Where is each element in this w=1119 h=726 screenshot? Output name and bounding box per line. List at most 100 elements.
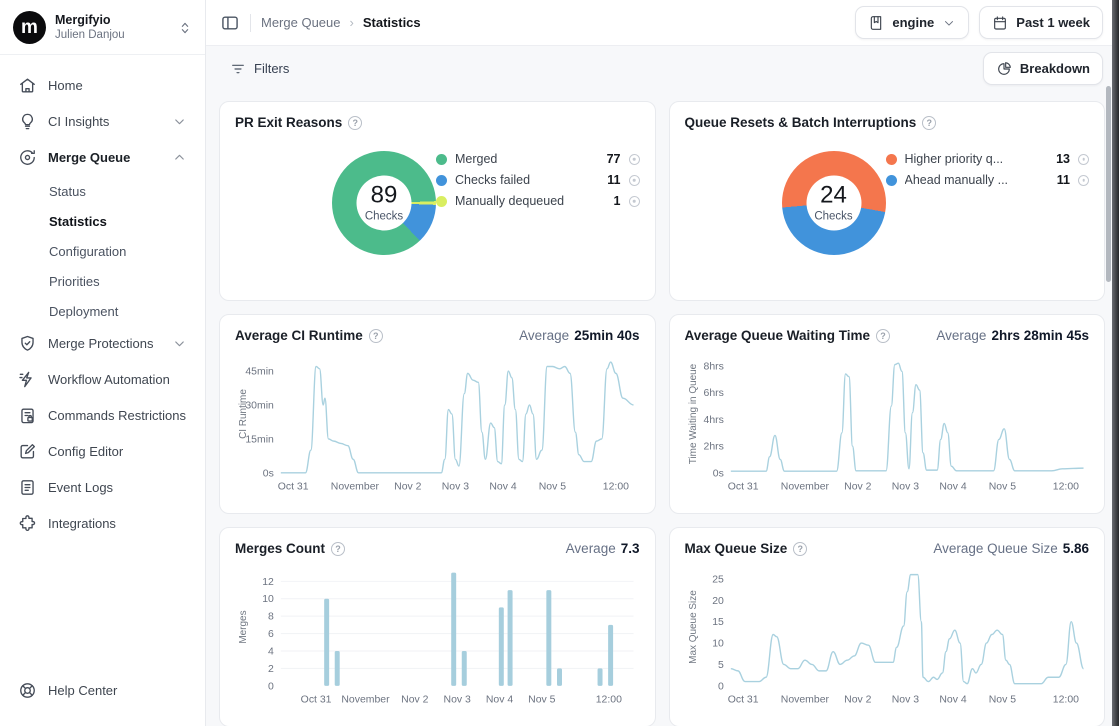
- y-tick-label: 30min: [245, 400, 274, 411]
- sidebar-item-label: Config Editor: [48, 444, 187, 459]
- scrollbar-thumb[interactable]: [1106, 86, 1111, 282]
- sidebar-item-config-editor[interactable]: Config Editor: [10, 435, 195, 468]
- x-tick-label: Nov 2: [394, 482, 421, 493]
- legend-item[interactable]: Manually dequeued 1: [436, 194, 640, 208]
- legend-item[interactable]: Checks failed 11: [436, 173, 640, 187]
- filters-button[interactable]: Filters: [222, 55, 297, 83]
- sidebar-item-commands-restrictions[interactable]: Commands Restrictions: [10, 399, 195, 432]
- repo-selector-button[interactable]: engine: [855, 6, 969, 39]
- org-switcher[interactable]: m Mergifyio Julien Danjou: [0, 0, 205, 55]
- y-tick-label: 2hrs: [703, 442, 723, 453]
- sidebar-item-home[interactable]: Home: [10, 69, 195, 102]
- y-tick-label: 12: [262, 577, 274, 588]
- line-chart-max-queue[interactable]: Max Queue Size2520151050Oct 31NovemberNo…: [685, 560, 1090, 712]
- sidebar-item-merge-queue[interactable]: Merge Queue: [10, 141, 195, 174]
- x-tick-label: Nov 4: [486, 695, 513, 706]
- repo-selector-label: engine: [892, 15, 934, 30]
- sidebar-item-workflow-automation[interactable]: Workflow Automation: [10, 363, 195, 396]
- card-title: Average CI Runtime: [235, 328, 363, 343]
- breakdown-button[interactable]: Breakdown: [983, 52, 1103, 85]
- y-tick-label: 0s: [712, 468, 723, 479]
- sidebar-item-ci-insights[interactable]: CI Insights: [10, 105, 195, 138]
- card-queue-resets: Queue Resets & Batch Interruptions ? 24 …: [669, 101, 1106, 301]
- info-icon[interactable]: [629, 196, 640, 207]
- legend-item[interactable]: Higher priority q... 13: [886, 152, 1090, 166]
- y-tick-label: 15: [712, 617, 724, 628]
- y-tick-label: 25: [712, 574, 724, 585]
- info-icon[interactable]: [1078, 154, 1089, 165]
- sidebar-subitem-configuration[interactable]: Configuration: [10, 237, 195, 265]
- y-tick-label: 45min: [245, 367, 274, 378]
- help-icon[interactable]: ?: [369, 329, 383, 343]
- y-axis-label: Max Queue Size: [687, 590, 698, 664]
- donut-chart-pr-exit[interactable]: 89 Checks: [332, 151, 436, 255]
- x-tick-label: Nov 4: [939, 482, 966, 493]
- y-tick-label: 20: [712, 596, 724, 607]
- breadcrumb-parent[interactable]: Merge Queue: [261, 15, 341, 30]
- y-tick-label: 8hrs: [703, 361, 723, 372]
- sidebar-subitem-deployment[interactable]: Deployment: [10, 297, 195, 325]
- bar: [546, 590, 551, 686]
- card-summary: Average7.3: [566, 541, 640, 556]
- bar-chart-merges-count[interactable]: Merges121086420Oct 31NovemberNov 2Nov 3N…: [235, 560, 640, 712]
- sidebar-subitem-statistics[interactable]: Statistics: [10, 207, 195, 235]
- sidebar-subitem-status[interactable]: Status: [10, 177, 195, 205]
- dashboard-grid: PR Exit Reasons ? 89 Checks: [206, 87, 1119, 726]
- legend-item[interactable]: Ahead manually ... 11: [886, 173, 1090, 187]
- line-chart-ci-runtime[interactable]: CI Runtime45min30min15min0sOct 31Novembe…: [235, 347, 640, 499]
- line-chart-queue-wait[interactable]: Time Waiting in Queue8hrs6hrs4hrs2hrs0sO…: [685, 347, 1090, 499]
- sidebar-subitem-priorities[interactable]: Priorities: [10, 267, 195, 295]
- card-queue-waiting-time: Average Queue Waiting Time ? Average2hrs…: [669, 314, 1106, 514]
- donut-chart-queue-resets[interactable]: 24 Checks: [782, 151, 886, 255]
- card-title: Queue Resets & Batch Interruptions: [685, 115, 917, 130]
- bar: [335, 651, 340, 686]
- legend-color-dot: [886, 175, 897, 186]
- legend-label: Ahead manually ...: [905, 173, 1049, 187]
- help-icon[interactable]: ?: [348, 116, 362, 130]
- legend-item[interactable]: Merged 77: [436, 152, 640, 166]
- sidebar-item-merge-protections[interactable]: Merge Protections: [10, 327, 195, 360]
- sidebar-item-integrations[interactable]: Integrations: [10, 507, 195, 540]
- main-area: Merge Queue › Statistics engine Past 1 w…: [206, 0, 1119, 726]
- legend-color-dot: [436, 196, 447, 207]
- y-tick-label: 10: [712, 639, 724, 650]
- x-tick-label: Nov 5: [988, 695, 1015, 706]
- y-axis-label: Time Waiting in Queue: [687, 363, 698, 464]
- sidebar-item-label: Workflow Automation: [48, 372, 187, 387]
- filters-toolbar: Filters Breakdown: [206, 46, 1119, 87]
- help-icon[interactable]: ?: [793, 542, 807, 556]
- home-icon: [18, 76, 37, 95]
- y-tick-label: 6hrs: [703, 388, 723, 399]
- legend-value: 1: [614, 194, 621, 208]
- sidebar-toggle-icon[interactable]: [220, 13, 240, 33]
- card-summary: Average2hrs 28min 45s: [936, 328, 1089, 343]
- help-center-button[interactable]: Help Center: [10, 674, 195, 707]
- y-tick-label: 8: [268, 612, 274, 623]
- x-tick-label: Nov 3: [891, 482, 918, 493]
- help-icon[interactable]: ?: [876, 329, 890, 343]
- info-icon[interactable]: [629, 175, 640, 186]
- sidebar-nav: Home CI Insights Merge Queue Status Stat…: [0, 55, 205, 662]
- x-tick-label: Nov 4: [939, 695, 966, 706]
- x-tick-label: Nov 2: [844, 482, 871, 493]
- donut-center-value: 24: [820, 184, 847, 208]
- window-edge: [1112, 0, 1119, 726]
- card-ci-runtime: Average CI Runtime ? Average25min 40s CI…: [219, 314, 656, 514]
- shield-check-icon: [18, 334, 37, 353]
- filters-label: Filters: [254, 61, 289, 76]
- y-tick-label: 15min: [245, 434, 274, 445]
- card-title: Average Queue Waiting Time: [685, 328, 871, 343]
- help-icon[interactable]: ?: [331, 542, 345, 556]
- y-axis-label: CI Runtime: [238, 389, 249, 439]
- x-tick-label: Oct 31: [278, 482, 309, 493]
- x-tick-label: November: [331, 482, 380, 493]
- sidebar-item-event-logs[interactable]: Event Logs: [10, 471, 195, 504]
- top-header: Merge Queue › Statistics engine Past 1 w…: [206, 0, 1119, 46]
- card-merges-count: Merges Count ? Average7.3 Merges12108642…: [219, 527, 656, 726]
- info-icon[interactable]: [1078, 175, 1089, 186]
- date-range-button[interactable]: Past 1 week: [979, 6, 1103, 39]
- card-max-queue-size: Max Queue Size ? Average Queue Size5.86 …: [669, 527, 1106, 726]
- date-range-label: Past 1 week: [1016, 15, 1090, 30]
- help-icon[interactable]: ?: [922, 116, 936, 130]
- info-icon[interactable]: [629, 154, 640, 165]
